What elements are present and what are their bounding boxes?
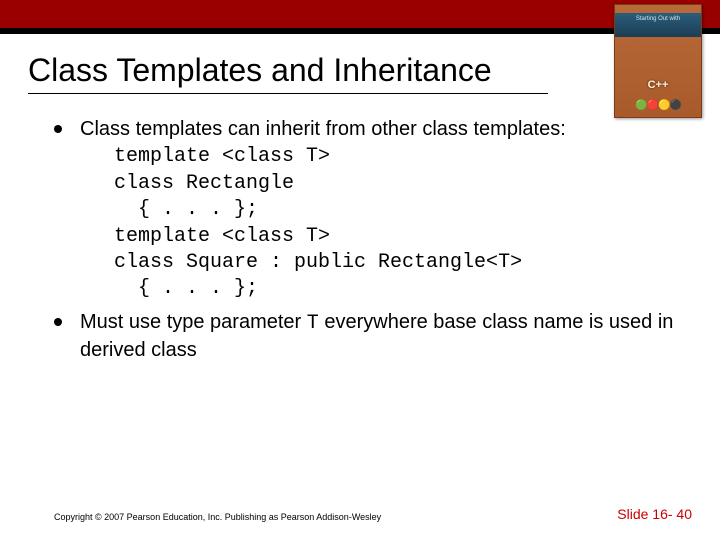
bullet-2-pre: Must use type parameter: [80, 311, 307, 333]
book-band-text: Starting Out with: [615, 13, 701, 37]
copyright-text: Copyright © 2007 Pearson Education, Inc.…: [54, 512, 381, 522]
slide-body: Class templates can inherit from other c…: [54, 116, 692, 364]
header-black-band: [0, 28, 720, 34]
bullet-2-code-inline: T: [307, 312, 319, 335]
book-decor-icon: 🟢🔴🟡⚫: [615, 100, 701, 111]
bullet-1: Class templates can inherit from other c…: [54, 116, 692, 303]
book-title-spot: C++: [615, 79, 701, 91]
bullet-1-text: Class templates can inherit from other c…: [80, 118, 566, 140]
footer: Copyright © 2007 Pearson Education, Inc.…: [54, 506, 692, 522]
header-red-bar: [0, 0, 720, 28]
bullet-1-code: template <class T> class Rectangle { . .…: [114, 144, 692, 302]
book-cover-thumbnail: Starting Out with C++ 🟢🔴🟡⚫: [614, 4, 702, 118]
bullet-2: Must use type parameter T everywhere bas…: [54, 309, 692, 364]
slide-number: Slide 16- 40: [617, 506, 692, 522]
title-underline: [28, 93, 692, 94]
